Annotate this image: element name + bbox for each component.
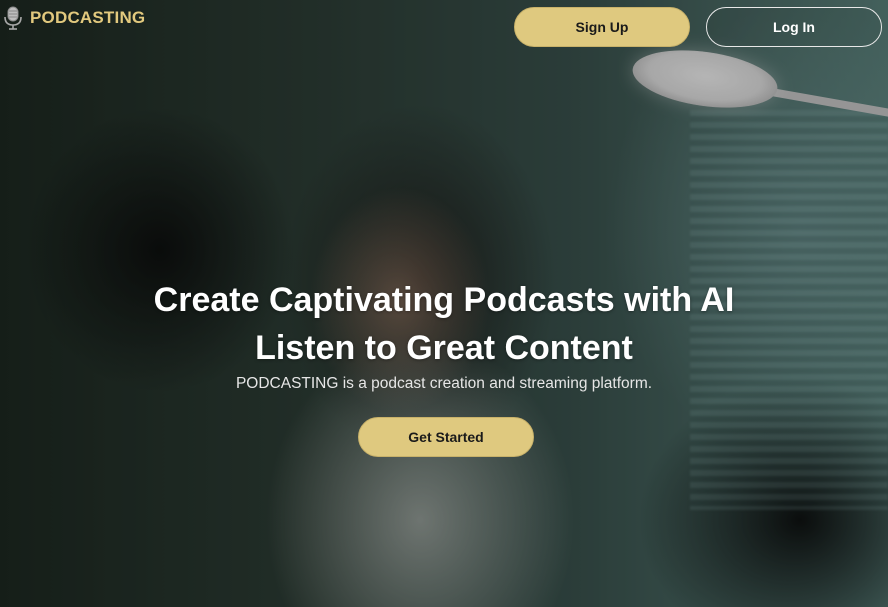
hero-title-line-1: Create Captivating Podcasts with AI bbox=[153, 281, 735, 319]
brand-logo[interactable]: PODCASTING bbox=[2, 6, 145, 30]
log-in-button[interactable]: Log In bbox=[706, 7, 882, 47]
hero-subtitle: PODCASTING is a podcast creation and str… bbox=[235, 375, 653, 392]
hero-title: Create Captivating Podcasts with AI List… bbox=[0, 276, 888, 372]
brand-name: PODCASTING bbox=[30, 8, 146, 27]
landing-page: PODCASTING Sign Up Log In Create Captiva… bbox=[0, 0, 888, 607]
sign-up-button[interactable]: Sign Up bbox=[514, 7, 690, 47]
microphone-icon bbox=[4, 6, 22, 30]
hero-section: Create Captivating Podcasts with AI List… bbox=[0, 276, 888, 393]
hero-title-line-2: Listen to Great Content bbox=[255, 329, 633, 367]
get-started-button[interactable]: Get Started bbox=[358, 417, 534, 457]
